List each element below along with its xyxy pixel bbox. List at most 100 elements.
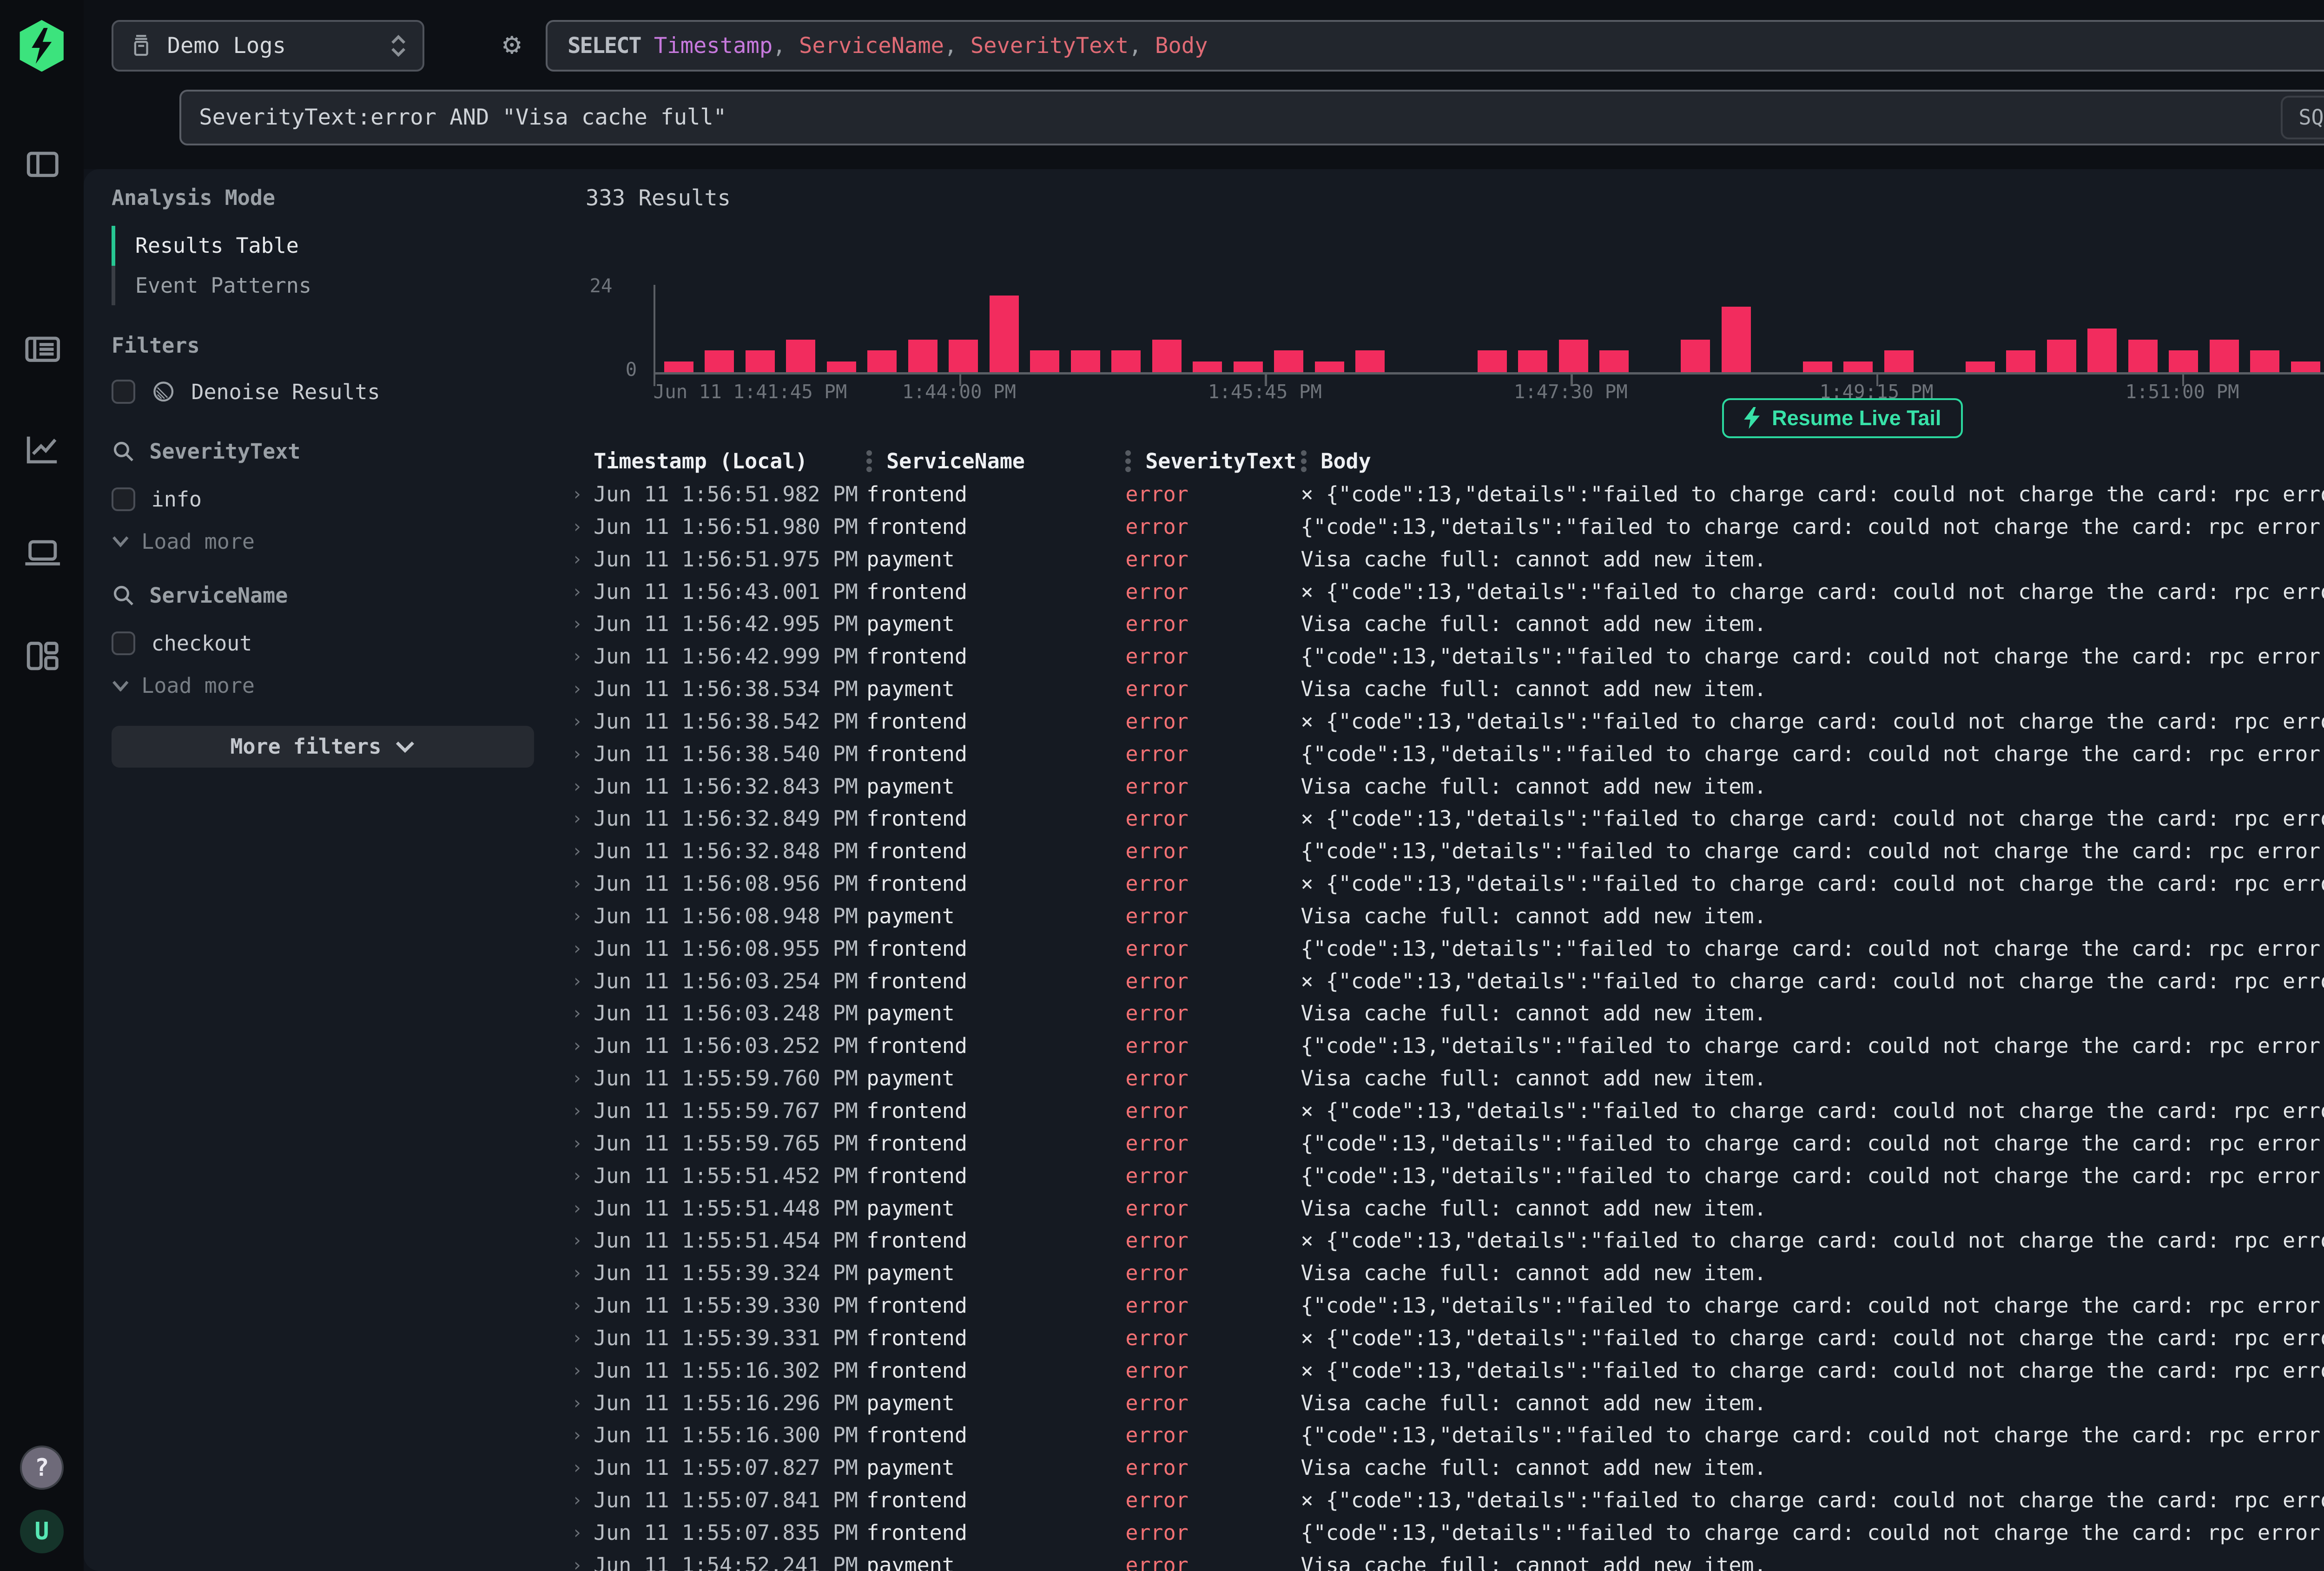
query-language-toggle[interactable]: SQL | Lucene	[2281, 96, 2324, 139]
histogram-bar[interactable]	[1722, 307, 1751, 372]
histogram-bar[interactable]	[1152, 340, 1182, 373]
histogram-bar[interactable]	[908, 340, 938, 373]
more-filters-button[interactable]: More filters	[112, 726, 534, 768]
chart-explorer-icon[interactable]	[24, 430, 61, 468]
histogram-bar-slot[interactable]	[2286, 285, 2324, 373]
mode-results-table[interactable]: Results Table	[112, 226, 534, 266]
histogram-bar[interactable]	[2128, 340, 2158, 373]
histogram-bar-slot[interactable]	[1228, 285, 1269, 373]
help-button[interactable]: ?	[20, 1446, 64, 1489]
row-expand-chevron-icon[interactable]: ›	[562, 938, 594, 959]
histogram-bar-slot[interactable]	[1269, 285, 1310, 373]
table-row[interactable]: ›Jun 11 1:56:51.980 PMfrontenderror{"cod…	[562, 510, 2324, 543]
table-row[interactable]: ›Jun 11 1:55:51.448 PMpaymenterrorVisa c…	[562, 1192, 2324, 1224]
histogram-bar[interactable]	[1518, 350, 1547, 372]
histogram-bar[interactable]	[1111, 350, 1141, 372]
load-more-severitytext[interactable]: Load more	[112, 529, 534, 554]
table-row[interactable]: ›Jun 11 1:56:43.001 PMfrontenderror× {"c…	[562, 575, 2324, 608]
table-row[interactable]: ›Jun 11 1:56:42.999 PMfrontenderror{"cod…	[562, 640, 2324, 673]
histogram-bar[interactable]	[827, 362, 856, 373]
histogram-bar[interactable]	[2210, 340, 2239, 373]
row-expand-chevron-icon[interactable]: ›	[562, 1068, 594, 1089]
table-row[interactable]: ›Jun 11 1:56:08.948 PMpaymenterrorVisa c…	[562, 900, 2324, 933]
histogram-bar[interactable]	[705, 350, 734, 372]
row-expand-chevron-icon[interactable]: ›	[562, 516, 594, 537]
table-row[interactable]: ›Jun 11 1:55:51.454 PMfrontenderror× {"c…	[562, 1224, 2324, 1257]
histogram-bar-slot[interactable]	[822, 285, 863, 373]
row-expand-chevron-icon[interactable]: ›	[562, 1490, 594, 1511]
table-row[interactable]: ›Jun 11 1:56:51.975 PMpaymenterrorVisa c…	[562, 543, 2324, 575]
histogram-bar-slot[interactable]	[659, 285, 700, 373]
histogram-bar-slot[interactable]	[1717, 285, 1757, 373]
column-header-timestamp[interactable]: Timestamp (Local)	[594, 449, 866, 473]
column-resize-handle-icon[interactable]	[866, 450, 872, 472]
table-row[interactable]: ›Jun 11 1:56:51.982 PMfrontenderror× {"c…	[562, 478, 2324, 511]
histogram-bar-slot[interactable]	[1107, 285, 1148, 373]
column-header-body[interactable]: Body ⋮	[1301, 448, 2324, 474]
row-expand-chevron-icon[interactable]: ›	[562, 678, 594, 699]
table-row[interactable]: ›Jun 11 1:56:32.849 PMfrontenderror× {"c…	[562, 802, 2324, 835]
column-header-servicename[interactable]: ServiceName	[866, 449, 1125, 473]
histogram-bar[interactable]	[949, 340, 978, 373]
column-resize-handle-icon[interactable]	[1125, 450, 1131, 472]
histogram-bar[interactable]	[1315, 362, 1344, 373]
table-row[interactable]: ›Jun 11 1:55:39.331 PMfrontenderror× {"c…	[562, 1321, 2324, 1354]
row-expand-chevron-icon[interactable]: ›	[562, 971, 594, 992]
row-expand-chevron-icon[interactable]: ›	[562, 581, 594, 602]
table-row[interactable]: ›Jun 11 1:55:51.452 PMfrontenderror{"cod…	[562, 1159, 2324, 1192]
table-row[interactable]: ›Jun 11 1:55:59.760 PMpaymenterrorVisa c…	[562, 1062, 2324, 1095]
table-row[interactable]: ›Jun 11 1:56:42.995 PMpaymenterrorVisa c…	[562, 608, 2324, 640]
histogram-bar-slot[interactable]	[863, 285, 904, 373]
user-avatar[interactable]: U	[20, 1510, 64, 1553]
column-header-severitytext[interactable]: SeverityText	[1125, 449, 1301, 473]
row-expand-chevron-icon[interactable]: ›	[562, 841, 594, 861]
histogram-bar-slot[interactable]	[2164, 285, 2205, 373]
histogram-bar-slot[interactable]	[700, 285, 741, 373]
row-expand-chevron-icon[interactable]: ›	[562, 1165, 594, 1186]
histogram-bar-slot[interactable]	[781, 285, 822, 373]
histogram-bar-slot[interactable]	[1147, 285, 1188, 373]
table-row[interactable]: ›Jun 11 1:56:38.540 PMfrontenderror{"cod…	[562, 737, 2324, 770]
histogram-bar[interactable]	[1030, 350, 1059, 372]
histogram-bar[interactable]	[1599, 350, 1629, 372]
search-input[interactable]: SeverityText:error AND "Visa cache full"…	[179, 90, 2324, 145]
histogram-bar[interactable]	[2250, 350, 2279, 372]
histogram-bar[interactable]	[867, 350, 897, 372]
table-row[interactable]: ›Jun 11 1:56:03.252 PMfrontenderror{"cod…	[562, 1030, 2324, 1062]
table-row[interactable]: ›Jun 11 1:56:38.542 PMfrontenderror× {"c…	[562, 705, 2324, 737]
table-row[interactable]: ›Jun 11 1:56:32.843 PMpaymenterrorVisa c…	[562, 770, 2324, 802]
histogram-bar[interactable]	[2087, 329, 2117, 372]
checkout-checkbox[interactable]	[112, 631, 135, 655]
table-row[interactable]: ›Jun 11 1:55:39.330 PMfrontenderror{"cod…	[562, 1289, 2324, 1322]
histogram-bar-slot[interactable]	[1839, 285, 1880, 373]
row-expand-chevron-icon[interactable]: ›	[562, 1522, 594, 1543]
histogram-bar-slot[interactable]	[1798, 285, 1839, 373]
histogram-bar[interactable]	[1478, 350, 1507, 372]
table-row[interactable]: ›Jun 11 1:56:08.955 PMfrontenderror{"cod…	[562, 932, 2324, 965]
histogram-bar-slot[interactable]	[984, 285, 1025, 373]
table-row[interactable]: ›Jun 11 1:55:39.324 PMpaymenterrorVisa c…	[562, 1257, 2324, 1289]
row-expand-chevron-icon[interactable]: ›	[562, 613, 594, 634]
histogram-bar[interactable]	[1803, 362, 1832, 373]
row-expand-chevron-icon[interactable]: ›	[562, 808, 594, 829]
table-row[interactable]: ›Jun 11 1:55:07.835 PMfrontenderror{"cod…	[562, 1517, 2324, 1549]
histogram-bar-slot[interactable]	[2083, 285, 2124, 373]
table-row[interactable]: ›Jun 11 1:55:16.296 PMpaymenterrorVisa c…	[562, 1387, 2324, 1419]
row-expand-chevron-icon[interactable]: ›	[562, 1003, 594, 1024]
row-expand-chevron-icon[interactable]: ›	[562, 1295, 594, 1316]
brand-logo-icon[interactable]	[16, 20, 67, 72]
histogram-bar-slot[interactable]	[903, 285, 944, 373]
table-row[interactable]: ›Jun 11 1:56:08.956 PMfrontenderror× {"c…	[562, 868, 2324, 900]
resume-live-tail-button[interactable]: Resume Live Tail	[1722, 398, 1963, 438]
histogram-plot[interactable]	[654, 285, 2324, 373]
table-row[interactable]: ›Jun 11 1:55:16.300 PMfrontenderror{"cod…	[562, 1419, 2324, 1452]
histogram-bar-slot[interactable]	[944, 285, 985, 373]
row-expand-chevron-icon[interactable]: ›	[562, 743, 594, 764]
histogram-bar[interactable]	[2291, 362, 2320, 373]
row-expand-chevron-icon[interactable]: ›	[562, 906, 594, 927]
row-expand-chevron-icon[interactable]: ›	[562, 1555, 594, 1571]
row-expand-chevron-icon[interactable]: ›	[562, 549, 594, 570]
row-expand-chevron-icon[interactable]: ›	[562, 711, 594, 732]
histogram-bar-slot[interactable]	[1066, 285, 1107, 373]
table-row[interactable]: ›Jun 11 1:55:07.827 PMpaymenterrorVisa c…	[562, 1452, 2324, 1484]
